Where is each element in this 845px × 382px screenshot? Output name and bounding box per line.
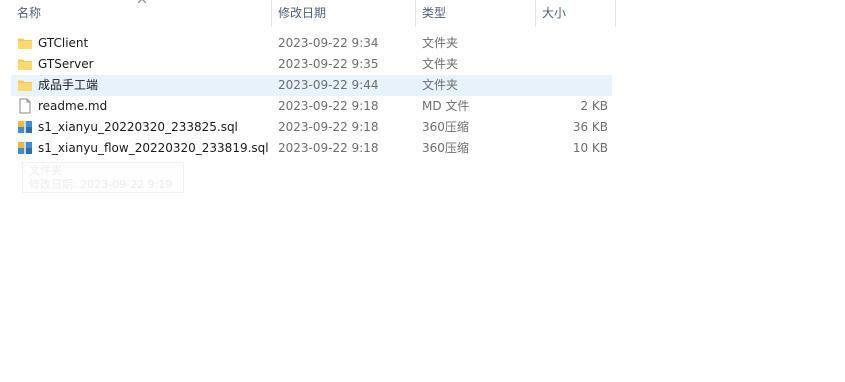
document-icon bbox=[17, 98, 33, 114]
file-type: MD 文件 bbox=[422, 99, 470, 113]
file-name: s1_xianyu_flow_20220320_233819.sql bbox=[38, 141, 269, 155]
file-name: readme.md bbox=[38, 99, 108, 113]
file-list: GTClient 2023-09-22 9:34 文件夹 GTServer 20… bbox=[11, 33, 612, 159]
file-size: 10 KB bbox=[572, 141, 608, 155]
file-row[interactable]: GTClient 2023-09-22 9:34 文件夹 bbox=[11, 33, 612, 54]
column-header-date-modified[interactable]: 修改日期 bbox=[272, 0, 416, 27]
folder-icon bbox=[17, 77, 33, 93]
folder-icon bbox=[17, 56, 33, 72]
file-type: 文件夹 bbox=[422, 36, 459, 50]
file-type: 360压缩 bbox=[422, 120, 469, 134]
sort-ascending-icon bbox=[136, 0, 148, 5]
file-name: s1_xianyu_20220320_233825.sql bbox=[38, 120, 238, 134]
file-date: 2023-09-22 9:18 bbox=[278, 99, 379, 113]
file-date: 2023-09-22 9:18 bbox=[278, 120, 379, 134]
file-explorer-pane: 名称 修改日期 类型 大小 GTClient 2023-09-22 9:34 文… bbox=[0, 0, 845, 382]
file-row-selected[interactable]: 成品手工端 2023-09-22 9:44 文件夹 bbox=[11, 75, 612, 96]
file-size: 2 KB bbox=[580, 99, 608, 113]
column-header-bar: 名称 修改日期 类型 大小 bbox=[0, 0, 616, 27]
column-header-size[interactable]: 大小 bbox=[536, 0, 616, 27]
file-size: 36 KB bbox=[572, 120, 608, 134]
file-date: 2023-09-22 9:35 bbox=[278, 57, 379, 71]
file-type: 文件夹 bbox=[422, 57, 459, 71]
file-row[interactable]: s1_xianyu_20220320_233825.sql 2023-09-22… bbox=[11, 117, 612, 138]
file-date: 2023-09-22 9:18 bbox=[278, 141, 379, 155]
tooltip-type-text: 文件夹 bbox=[29, 164, 62, 177]
file-row[interactable]: s1_xianyu_flow_20220320_233819.sql 2023-… bbox=[11, 138, 612, 159]
archive-icon bbox=[17, 140, 33, 156]
file-name: GTServer bbox=[38, 57, 94, 71]
faded-tooltip: 文件夹 修改日期: 2023-09-22 9:19 bbox=[22, 162, 184, 193]
archive-icon bbox=[17, 119, 33, 135]
file-date: 2023-09-22 9:34 bbox=[278, 36, 379, 50]
file-date: 2023-09-22 9:44 bbox=[278, 78, 379, 92]
column-header-type[interactable]: 类型 bbox=[416, 0, 536, 27]
file-name: GTClient bbox=[38, 36, 89, 50]
file-type: 360压缩 bbox=[422, 141, 469, 155]
file-row[interactable]: GTServer 2023-09-22 9:35 文件夹 bbox=[11, 54, 612, 75]
folder-icon bbox=[17, 35, 33, 51]
file-type: 文件夹 bbox=[422, 78, 459, 92]
file-row[interactable]: readme.md 2023-09-22 9:18 MD 文件 2 KB bbox=[11, 96, 612, 117]
tooltip-date-text: 修改日期: 2023-09-22 9:19 bbox=[29, 178, 173, 191]
file-name: 成品手工端 bbox=[38, 78, 99, 92]
